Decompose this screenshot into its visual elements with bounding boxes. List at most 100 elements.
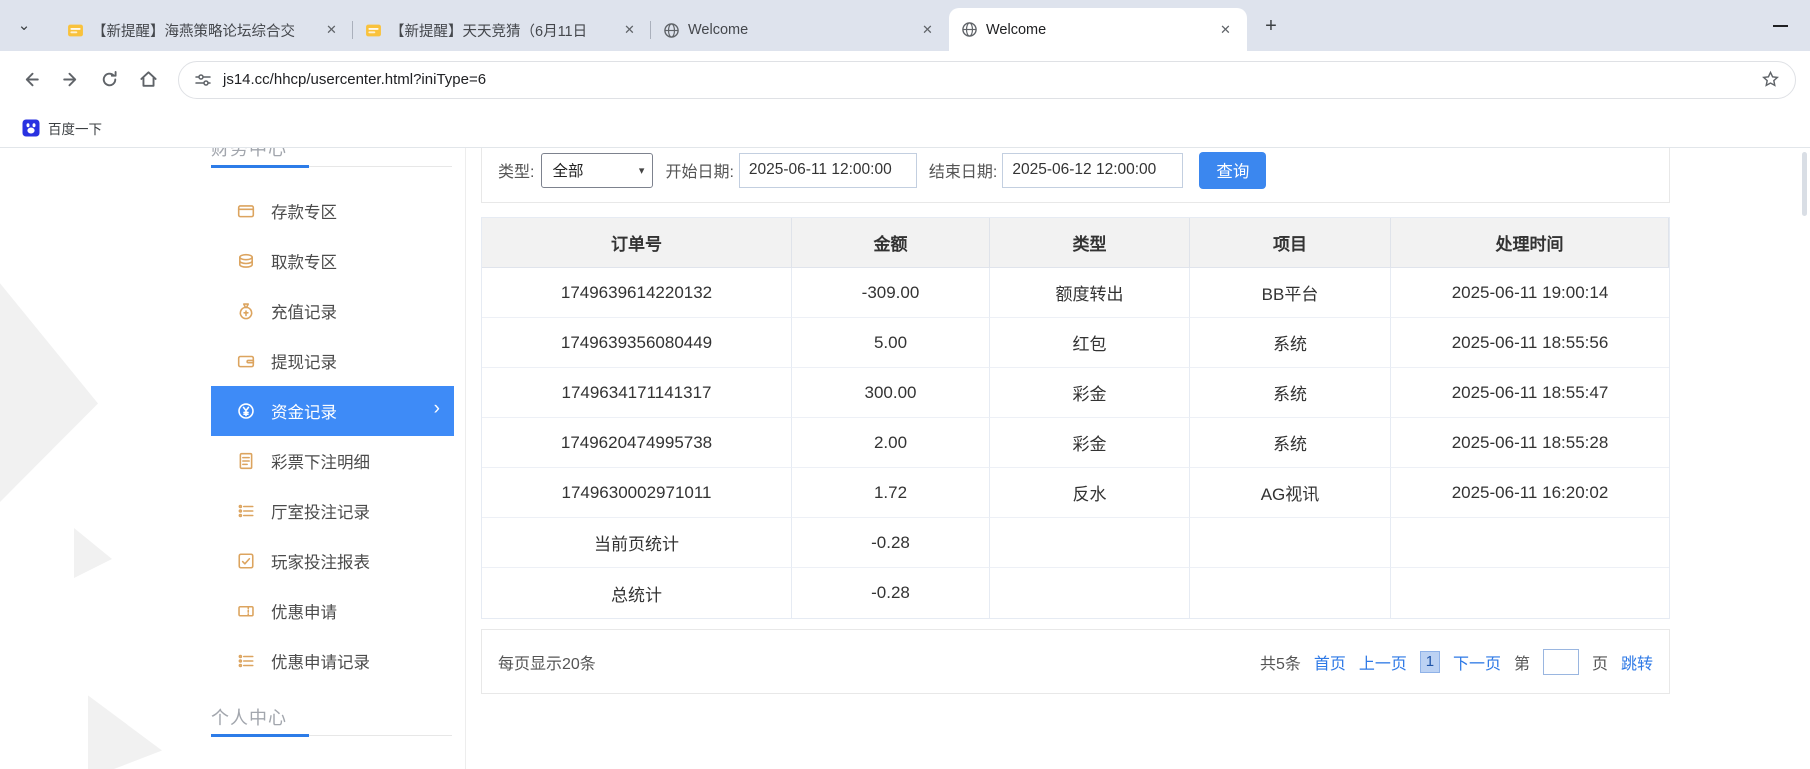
cell-project: 系统 bbox=[1190, 318, 1391, 368]
first-page-link[interactable]: 首页 bbox=[1314, 650, 1346, 674]
chevron-down-icon: ▾ bbox=[639, 164, 645, 177]
forward-button[interactable] bbox=[53, 63, 87, 97]
table-row: 1749634171141317 300.00 彩金 系统 2025-06-11… bbox=[482, 368, 1669, 418]
section-title: 财务中心 bbox=[211, 148, 452, 161]
jump-link[interactable]: 跳转 bbox=[1621, 650, 1653, 674]
cell-order: 1749630002971011 bbox=[482, 468, 792, 518]
sidebar-item-label: 厅室投注记录 bbox=[271, 499, 370, 523]
sidebar-item-withdraw-record[interactable]: 提现记录 bbox=[211, 336, 454, 386]
decor-triangle bbox=[74, 528, 112, 578]
sidebar-item-hall-bet-record[interactable]: 厅室投注记录 bbox=[211, 486, 454, 536]
back-button[interactable] bbox=[14, 63, 48, 97]
browser-tab-active[interactable]: Welcome ✕ bbox=[949, 8, 1247, 51]
cell-type bbox=[990, 518, 1190, 568]
table-row: 1749630002971011 1.72 反水 AG视讯 2025-06-11… bbox=[482, 468, 1669, 518]
current-page-indicator[interactable]: 1 bbox=[1420, 651, 1440, 673]
baidu-favicon-icon bbox=[22, 119, 40, 137]
cell-order: 1749620474995738 bbox=[482, 418, 792, 468]
cell-order: 总统计 bbox=[482, 568, 792, 618]
sidebar-item-deposit[interactable]: 存款专区 bbox=[211, 186, 454, 236]
site-settings-icon[interactable] bbox=[194, 71, 212, 89]
coins-icon bbox=[237, 252, 255, 270]
sidebar-item-recharge-record[interactable]: 充值记录 bbox=[211, 286, 454, 336]
browser-tab[interactable]: 【新提醒】天天竞猜（6月11日 ✕ bbox=[353, 9, 651, 51]
prev-page-link[interactable]: 上一页 bbox=[1359, 650, 1407, 674]
sidebar-item-withdraw-area[interactable]: 取款专区 bbox=[211, 236, 454, 286]
bookmarks-bar: 百度一下 bbox=[0, 108, 1810, 148]
cell-order: 1749639614220132 bbox=[482, 268, 792, 318]
url-text[interactable]: js14.cc/hhcp/usercenter.html?iniType=6 bbox=[223, 71, 486, 88]
cell-order: 1749634171141317 bbox=[482, 368, 792, 418]
type-filter-label: 类型: bbox=[498, 158, 534, 182]
browser-tab[interactable]: Welcome ✕ bbox=[651, 9, 949, 51]
sidebar-item-label: 资金记录 bbox=[271, 399, 337, 423]
col-header-order: 订单号 bbox=[482, 218, 792, 268]
new-tab-button[interactable]: + bbox=[1259, 14, 1283, 38]
sidebar-item-promo-apply-record[interactable]: 优惠申请记录 bbox=[211, 636, 454, 686]
sidebar-item-lottery-bet-detail[interactable]: 彩票下注明细 bbox=[211, 436, 454, 486]
cell-project: AG视讯 bbox=[1190, 468, 1391, 518]
page-scrollbar[interactable] bbox=[1802, 152, 1807, 216]
forum-favicon-icon bbox=[67, 22, 84, 39]
cell-type: 彩金 bbox=[990, 368, 1190, 418]
reload-button[interactable] bbox=[92, 63, 126, 97]
tab-close-icon[interactable]: ✕ bbox=[322, 21, 341, 40]
sidebar-section-finance: 财务中心 bbox=[211, 148, 452, 167]
address-bar[interactable]: js14.cc/hhcp/usercenter.html?iniType=6 bbox=[178, 61, 1796, 99]
filter-bar: 类型: 全部 ▾ 开始日期: 结束日期: 查询 bbox=[481, 148, 1670, 203]
bank-card-icon bbox=[237, 202, 255, 220]
sidebar-menu: 存款专区 取款专区 充值记录 提现记录 资金记录 › 彩票下注明细 bbox=[211, 186, 454, 686]
sidebar-item-fund-record[interactable]: 资金记录 › bbox=[211, 386, 454, 436]
browser-tab[interactable]: 【新提醒】海燕策略论坛综合交 ✕ bbox=[55, 9, 353, 51]
tab-close-icon[interactable]: ✕ bbox=[620, 21, 639, 40]
section-underline bbox=[211, 166, 452, 167]
cell-project: BB平台 bbox=[1190, 268, 1391, 318]
per-page-label: 每页显示20条 bbox=[498, 650, 596, 674]
cell-time bbox=[1391, 568, 1669, 618]
page-number-input[interactable] bbox=[1543, 649, 1579, 675]
end-date-input[interactable] bbox=[1002, 153, 1183, 188]
home-button[interactable] bbox=[131, 63, 165, 97]
sidebar-item-label: 提现记录 bbox=[271, 349, 337, 373]
tab-close-icon[interactable]: ✕ bbox=[918, 21, 937, 40]
tab-title: Welcome bbox=[986, 22, 1208, 38]
table-header-row: 订单号 金额 类型 项目 处理时间 bbox=[482, 218, 1669, 268]
table-row-page-total: 当前页统计 -0.28 bbox=[482, 518, 1669, 568]
table-row: 1749639356080449 5.00 红包 系统 2025-06-11 1… bbox=[482, 318, 1669, 368]
jump-label-pre: 第 bbox=[1514, 650, 1530, 674]
browser-tab-bar: ⌄ 【新提醒】海燕策略论坛综合交 ✕ 【新提醒】天天竞猜（6月11日 ✕ Wel… bbox=[0, 0, 1810, 51]
cell-project bbox=[1190, 568, 1391, 618]
tab-title: 【新提醒】天天竞猜（6月11日 bbox=[390, 20, 612, 41]
cell-type: 彩金 bbox=[990, 418, 1190, 468]
tab-close-icon[interactable]: ✕ bbox=[1216, 20, 1235, 39]
bookmark-star-icon[interactable] bbox=[1761, 70, 1780, 89]
cell-amount: -0.28 bbox=[792, 568, 990, 618]
cell-amount: -309.00 bbox=[792, 268, 990, 318]
sidebar-item-label: 彩票下注明细 bbox=[271, 449, 370, 473]
section-underline bbox=[211, 735, 452, 736]
type-select[interactable]: 全部 ▾ bbox=[541, 153, 653, 188]
next-page-link[interactable]: 下一页 bbox=[1453, 650, 1501, 674]
sidebar-item-player-bet-report[interactable]: 玩家投注报表 bbox=[211, 536, 454, 586]
section-title: 个人中心 bbox=[211, 704, 452, 730]
cell-amount: -0.28 bbox=[792, 518, 990, 568]
col-header-type: 类型 bbox=[990, 218, 1190, 268]
sidebar-item-promo-apply[interactable]: 优惠申请 bbox=[211, 586, 454, 636]
start-date-input[interactable] bbox=[739, 153, 917, 188]
sidebar-item-label: 存款专区 bbox=[271, 199, 337, 223]
col-header-project: 项目 bbox=[1190, 218, 1391, 268]
tab-search-chevron-icon[interactable]: ⌄ bbox=[12, 13, 36, 37]
window-minimize-button[interactable] bbox=[1773, 25, 1788, 27]
cell-project bbox=[1190, 518, 1391, 568]
bookmark-item-baidu[interactable]: 百度一下 bbox=[15, 114, 109, 142]
ticket-icon bbox=[237, 602, 255, 620]
cell-project: 系统 bbox=[1190, 418, 1391, 468]
page-content: 财务中心 存款专区 取款专区 充值记录 提现记录 资金记录 bbox=[0, 148, 1810, 769]
search-button[interactable]: 查询 bbox=[1199, 152, 1266, 189]
total-count-label: 共5条 bbox=[1260, 650, 1301, 674]
cell-time bbox=[1391, 518, 1669, 568]
wallet-icon bbox=[237, 352, 255, 370]
cell-amount: 5.00 bbox=[792, 318, 990, 368]
col-header-time: 处理时间 bbox=[1391, 218, 1669, 268]
list-icon bbox=[237, 652, 255, 670]
